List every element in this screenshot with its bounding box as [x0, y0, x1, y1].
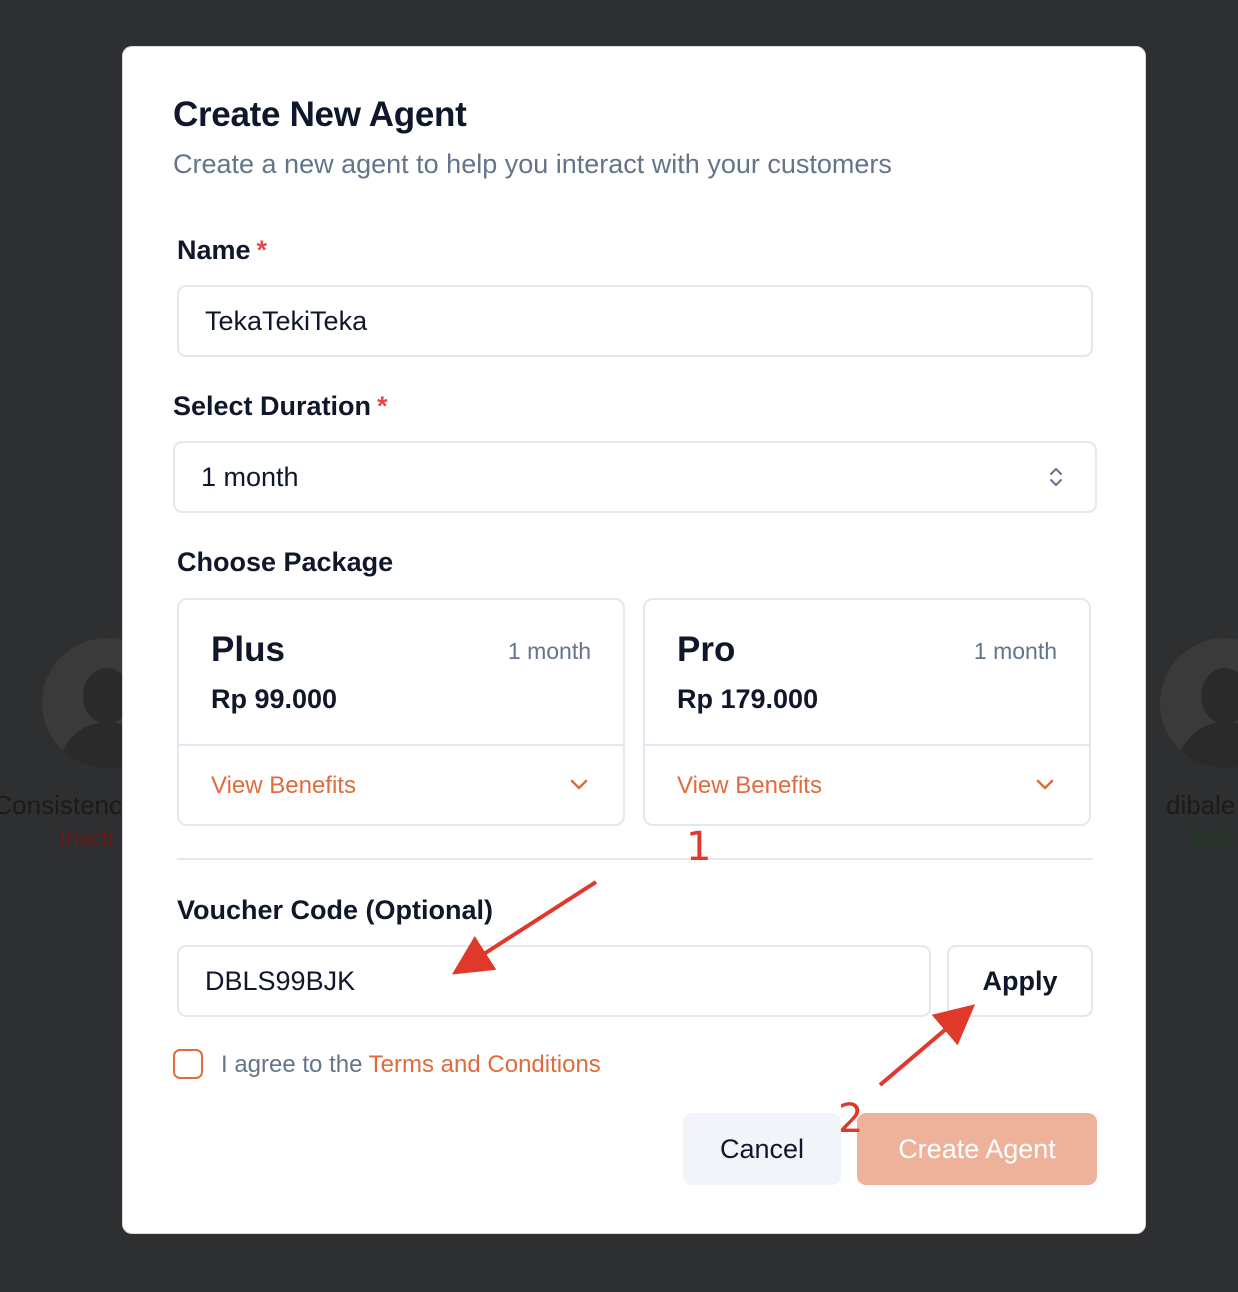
background-agent-status-left: Inacti [60, 826, 113, 851]
package-duration: 1 month [973, 638, 1057, 664]
package-name: Pro [677, 630, 736, 669]
name-label-text: Name [177, 235, 251, 265]
name-input[interactable]: TekaTekiTeka [177, 285, 1093, 357]
duration-select[interactable]: 1 month [173, 441, 1097, 513]
create-agent-dialog: Create New Agent Create a new agent to h… [122, 46, 1146, 1234]
card-divider [645, 744, 1089, 746]
name-input-value: TekaTekiTeka [205, 305, 368, 336]
view-benefits-toggle[interactable]: View Benefits [211, 772, 356, 800]
package-price: Rp 99.000 [211, 684, 338, 714]
chevron-up-down-icon [1050, 468, 1062, 486]
chevron-down-icon[interactable] [569, 778, 589, 792]
dialog-title: Create New Agent [173, 95, 467, 134]
name-label: Name * [177, 235, 267, 266]
package-price: Rp 179.000 [677, 684, 819, 714]
package-card-plus[interactable]: Plus 1 month Rp 99.000 View Benefits [177, 598, 625, 826]
terms-checkbox[interactable] [173, 1049, 203, 1079]
terms-text: I agree to the Terms and Conditions [221, 1051, 601, 1079]
annotation-marker-2: 2 [838, 1096, 864, 1142]
terms-prefix: I agree to the [221, 1051, 363, 1078]
background-agent-name-left: Consistenc [0, 790, 122, 820]
apply-voucher-button[interactable]: Apply [947, 945, 1093, 1017]
package-label: Choose Package [177, 547, 394, 577]
required-mark: * [256, 235, 268, 265]
voucher-input-value: DBLS99BJK [205, 965, 356, 996]
view-benefits-toggle[interactable]: View Benefits [677, 772, 822, 800]
cancel-button[interactable]: Cancel [683, 1113, 841, 1185]
annotation-marker-1: 1 [686, 824, 712, 870]
package-duration: 1 month [507, 638, 591, 664]
duration-label-text: Select Duration [173, 391, 372, 421]
voucher-label: Voucher Code (Optional) [177, 895, 493, 925]
duration-label: Select Duration * [173, 391, 388, 422]
package-card-pro[interactable]: Pro 1 month Rp 179.000 View Benefits [643, 598, 1091, 826]
duration-select-value: 1 month [201, 461, 299, 492]
create-agent-button[interactable]: Create Agent [857, 1113, 1097, 1185]
card-divider [179, 744, 623, 746]
chevron-down-icon[interactable] [1035, 778, 1055, 792]
background-agent-status-right: Activ [1190, 826, 1238, 851]
background-avatar-right [1160, 638, 1238, 768]
section-divider [177, 858, 1093, 860]
required-mark: * [377, 391, 388, 421]
package-name: Plus [211, 630, 285, 669]
background-agent-name-right: dibale [1166, 790, 1236, 820]
voucher-input[interactable]: DBLS99BJK [177, 945, 931, 1017]
dialog-subtitle: Create a new agent to help you interact … [173, 149, 892, 179]
terms-link[interactable]: Terms and Conditions [369, 1051, 601, 1078]
